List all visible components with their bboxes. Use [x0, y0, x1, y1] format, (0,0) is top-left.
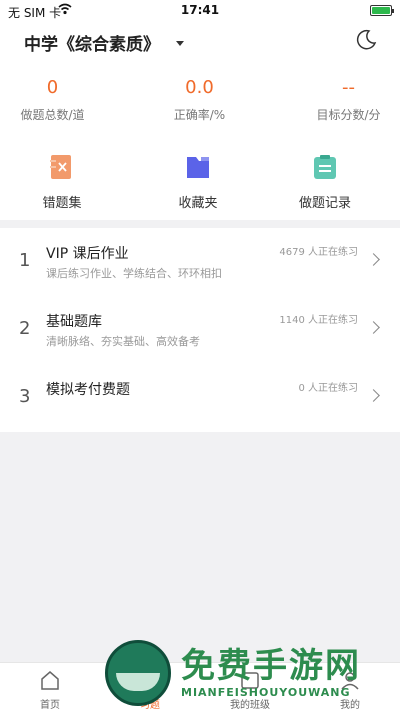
item-index: 1: [19, 250, 31, 271]
status-time: 17:41: [180, 3, 220, 17]
stat-accuracy: 0.0 正确率/%: [133, 77, 266, 123]
course-list: 1 VIP 课后作业 课后练习作业、学练结合、环环相扣 4679 人正在练习 2…: [0, 228, 400, 432]
watermark-subtext: MIANFEISHOUYOUWANG: [181, 686, 351, 699]
stat-target: -- 目标分数/分: [282, 77, 400, 123]
list-item[interactable]: 2 基础题库 清晰脉络、夯实基础、高效备考 1140 人正在练习: [0, 296, 400, 364]
folder-icon: [187, 157, 209, 178]
item-title: 基础题库: [46, 314, 102, 330]
favorites-label: 收藏夹: [178, 196, 218, 211]
item-practice-count: 1140 人正在练习: [279, 315, 358, 326]
top-panel: 中学《综合素质》 0 做题总数/道 0.0 正确率/% -- 目标分数/分 错题…: [0, 22, 400, 220]
item-description: 清晰脉络、夯实基础、高效备考: [46, 335, 200, 348]
wrong-questions-button[interactable]: 错题集: [17, 154, 107, 211]
chevron-right-icon: [367, 389, 380, 402]
item-title: VIP 课后作业: [46, 246, 129, 262]
item-index: 2: [19, 318, 31, 339]
item-practice-count: 4679 人正在练习: [279, 247, 358, 258]
item-description: 课后练习作业、学练结合、环环相扣: [46, 267, 222, 280]
stat-accuracy-label: 正确率/%: [173, 108, 226, 122]
list-item[interactable]: 1 VIP 课后作业 课后练习作业、学练结合、环环相扣 4679 人正在练习: [0, 228, 400, 296]
header: 中学《综合素质》: [0, 22, 400, 64]
chevron-right-icon: [367, 321, 380, 334]
stat-target-label: 目标分数/分: [316, 108, 381, 122]
favorites-button[interactable]: 收藏夹: [153, 154, 243, 211]
item-index: 3: [19, 386, 31, 407]
tab-home-label: 首页: [40, 700, 60, 710]
stat-target-value: --: [342, 77, 355, 98]
watermark-logo: [105, 640, 171, 706]
moon-icon[interactable]: [354, 28, 378, 52]
tools-row: 错题集 收藏夹 做题记录: [0, 154, 400, 214]
stats-row: 0 做题总数/道 0.0 正确率/% -- 目标分数/分: [0, 77, 400, 127]
chevron-right-icon: [367, 253, 380, 266]
tab-home[interactable]: 首页: [0, 669, 100, 710]
watermark-text: 免费手游网: [181, 646, 361, 686]
stat-total-label: 做题总数/道: [20, 108, 85, 122]
clipboard-icon: [314, 155, 336, 179]
status-bar: 无 SIM 卡 17:41: [0, 0, 400, 22]
battery-icon: [370, 5, 394, 16]
history-label: 做题记录: [298, 196, 351, 211]
watermark: 免费手游网 MIANFEISHOUYOUWANG: [105, 638, 395, 710]
wrong-questions-icon: [50, 155, 71, 179]
stat-total: 0 做题总数/道: [0, 77, 119, 123]
caret-down-icon[interactable]: [176, 41, 184, 46]
stat-total-value: 0: [46, 77, 59, 98]
item-practice-count: 0 人正在练习: [298, 383, 358, 394]
home-icon: [41, 671, 59, 690]
history-button[interactable]: 做题记录: [280, 154, 370, 211]
item-title: 模拟考付费题: [46, 382, 130, 398]
wrong-questions-label: 错题集: [42, 196, 82, 211]
list-item[interactable]: 3 模拟考付费题 0 人正在练习: [0, 364, 400, 432]
stat-accuracy-value: 0.0: [185, 77, 214, 98]
subject-selector[interactable]: 中学《综合素质》: [24, 30, 160, 55]
